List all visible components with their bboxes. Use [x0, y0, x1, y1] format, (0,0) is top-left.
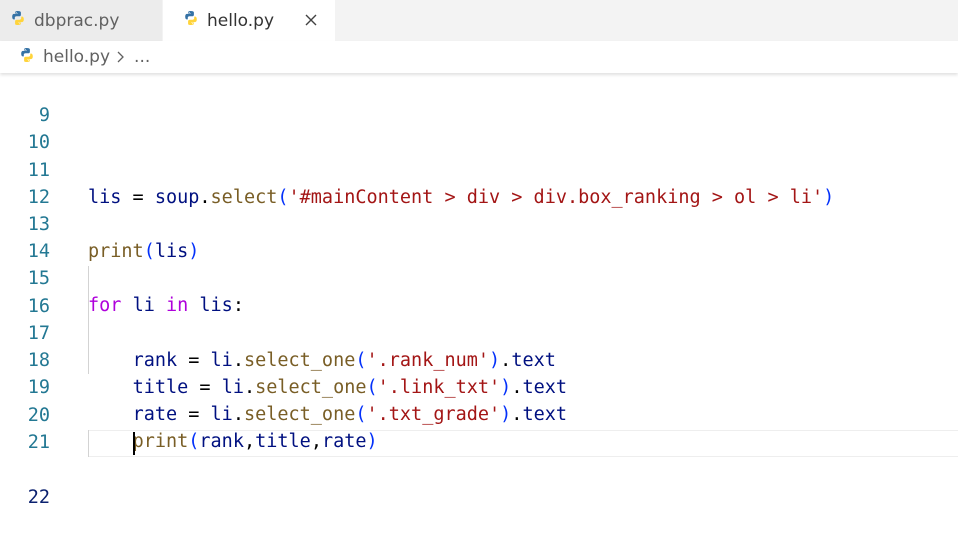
text-cursor — [133, 432, 135, 455]
tab-bar: dbprac.py hello.py — [0, 0, 958, 41]
indent-guide — [88, 266, 89, 293]
code-line: 13 print(lis) — [0, 184, 958, 262]
chevron-right-icon — [116, 50, 126, 64]
current-line-highlight — [88, 430, 958, 457]
code-line: 12 — [0, 157, 958, 208]
breadcrumb: hello.py ... — [0, 41, 958, 73]
code-line: 11 lis = soup.select('#mainContent > div… — [0, 130, 958, 208]
tab-dbprac[interactable]: dbprac.py — [0, 0, 163, 41]
code-line: 21 — [0, 402, 958, 453]
code-line: 16 rank = li.select_one('.rank_num').tex… — [0, 266, 958, 371]
code-line: 14 — [0, 211, 958, 262]
breadcrumb-file[interactable]: hello.py — [43, 47, 110, 67]
tab-hello[interactable]: hello.py — [163, 0, 335, 41]
code-line: 19 print(rank,title,rate) — [0, 347, 958, 452]
tab-label: dbprac.py — [34, 10, 120, 31]
code-line: 20 — [0, 375, 958, 426]
python-icon — [183, 10, 199, 31]
code-line: 18 rate = li.select_one('.txt_grade').te… — [0, 320, 958, 425]
code-editor[interactable]: 9 10 11 lis = soup.select('#mainContent … — [0, 73, 958, 536]
python-icon — [10, 10, 26, 31]
python-icon — [19, 47, 35, 68]
code-line: 17 title = li.select_one('.link_txt').te… — [0, 293, 958, 398]
close-icon[interactable] — [301, 10, 321, 30]
indent-guide — [88, 430, 89, 457]
line-number: 22 — [27, 487, 50, 508]
indent-guide — [88, 320, 89, 347]
indent-guide — [88, 347, 89, 374]
code-line: 15 for li in lis: — [0, 238, 958, 316]
indent-guide — [88, 293, 89, 320]
code-line-current: 22 — [0, 430, 958, 508]
breadcrumb-more[interactable]: ... — [134, 47, 150, 67]
tab-label: hello.py — [207, 10, 275, 31]
code-line: 10 — [0, 102, 958, 153]
code-line: 9 — [0, 75, 958, 126]
